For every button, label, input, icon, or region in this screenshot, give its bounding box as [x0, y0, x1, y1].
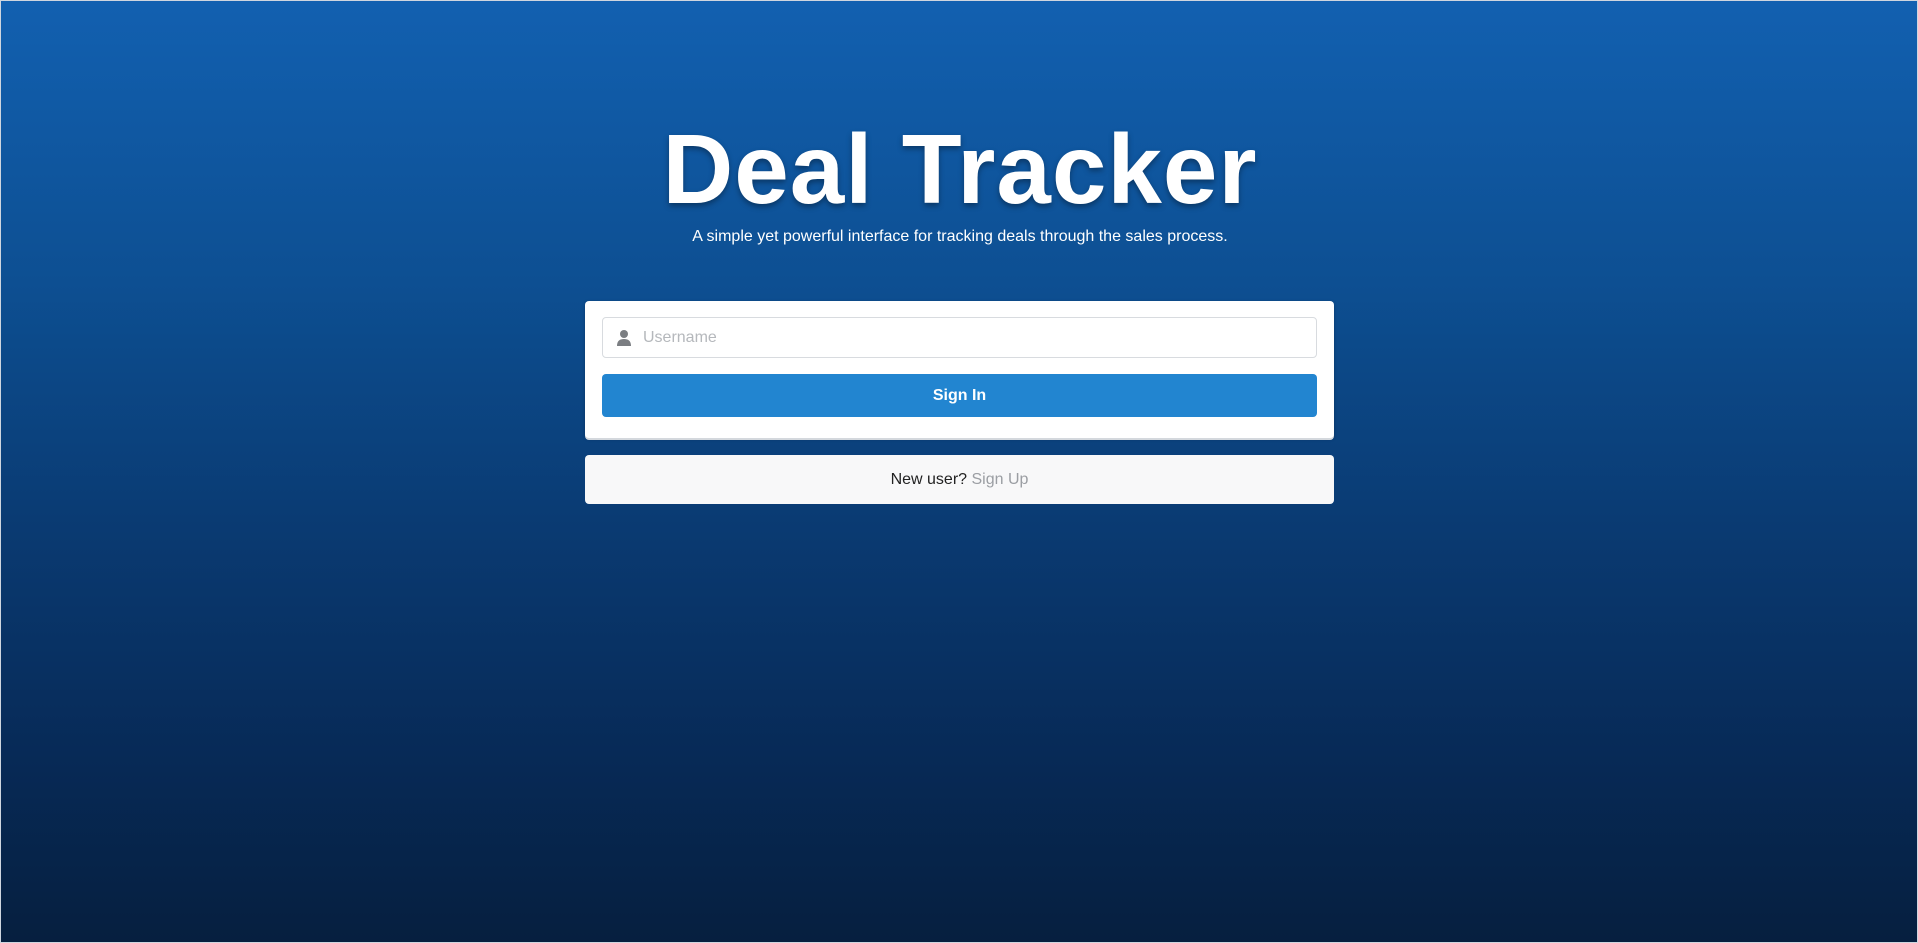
signup-panel: New user? Sign Up [585, 455, 1334, 504]
username-input[interactable] [643, 318, 1303, 357]
user-icon [617, 330, 631, 346]
page-title: Deal Tracker [662, 114, 1258, 224]
login-card: Sign In [585, 301, 1334, 438]
page-subtitle: A simple yet powerful interface for trac… [692, 228, 1228, 245]
sign-up-link[interactable]: Sign Up [972, 471, 1029, 488]
username-field[interactable] [602, 317, 1317, 358]
page-header: Deal Tracker A simple yet powerful inter… [1, 119, 1918, 247]
page-background: Deal Tracker A simple yet powerful inter… [0, 0, 1918, 943]
sign-in-button[interactable]: Sign In [602, 374, 1317, 417]
signup-prompt: New user? [890, 471, 968, 488]
